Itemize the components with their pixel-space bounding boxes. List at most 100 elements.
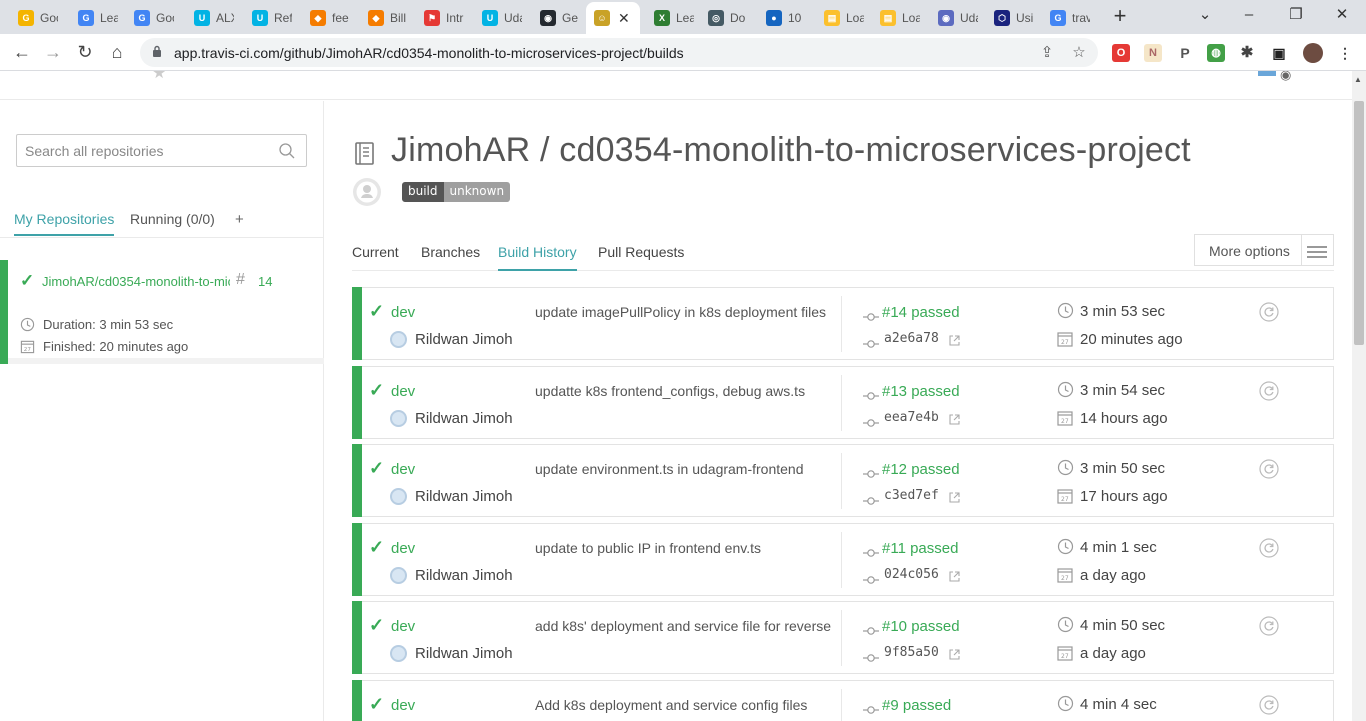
back-icon[interactable]: ← <box>9 40 35 66</box>
restart-build-icon[interactable] <box>1259 381 1279 401</box>
build-status-link[interactable]: #13 passed <box>882 383 960 400</box>
build-status-link[interactable]: #14 passed <box>882 304 960 321</box>
new-tab-button[interactable]: + <box>1108 5 1132 29</box>
add-repository-button[interactable]: + <box>235 211 244 228</box>
minimize-icon[interactable]: – <box>1237 4 1261 28</box>
scrollbar-thumb[interactable] <box>1354 101 1364 345</box>
tab-build-history[interactable]: Build History <box>498 244 577 271</box>
build-duration: 4 min 1 sec <box>1080 539 1157 556</box>
close-window-icon[interactable]: ✕ <box>1330 4 1354 28</box>
bookmark-star-icon[interactable]: ☆ <box>1070 44 1088 62</box>
commit-sha-link[interactable]: c3ed7ef <box>884 488 939 503</box>
office-extension-icon[interactable]: O <box>1112 44 1130 62</box>
external-link-icon[interactable] <box>949 647 960 660</box>
reload-icon[interactable]: ↻ <box>72 40 98 66</box>
globe-extension-icon[interactable]: ◍ <box>1207 44 1225 62</box>
scroll-up-arrow-icon[interactable]: ▲ <box>1354 75 1362 84</box>
side-panel-icon[interactable]: ▣ <box>1270 44 1288 62</box>
check-icon: ✓ <box>369 615 385 635</box>
restart-build-icon[interactable] <box>1259 695 1279 715</box>
more-options-button[interactable]: More options <box>1194 234 1334 266</box>
notes-extension-icon[interactable]: N <box>1144 44 1162 62</box>
build-status-bar <box>352 523 362 596</box>
browser-tab[interactable]: X Lea <box>646 4 698 32</box>
browser-tab[interactable]: G Goo <box>126 4 178 32</box>
branch-name: dev <box>391 461 416 478</box>
build-status-link[interactable]: #12 passed <box>882 461 960 478</box>
browser-tab[interactable]: ⚑ Intr <box>416 4 468 32</box>
restart-build-icon[interactable] <box>1259 302 1279 322</box>
commit-message: update imagePullPolicy in k8s deployment… <box>535 304 827 320</box>
tab-current[interactable]: Current <box>352 244 399 260</box>
tab-branches[interactable]: Branches <box>421 244 480 260</box>
p-extension-icon[interactable]: P <box>1176 44 1194 62</box>
build-number-link[interactable]: 14 <box>258 274 272 289</box>
tab-title: Intr <box>446 11 464 25</box>
tab-favicon-icon: ☺ <box>594 10 610 26</box>
build-status-link[interactable]: #9 passed <box>882 697 951 714</box>
commit-sha-link[interactable]: 024c056 <box>884 567 939 582</box>
browser-tab[interactable]: U Uda <box>474 4 526 32</box>
commit-sha-icon <box>863 415 879 427</box>
search-repositories-input[interactable]: Search all repositories <box>16 134 307 167</box>
build-row[interactable]: ✓ dev Rildwan Jimoh updatte k8s frontend_co… <box>352 366 1334 439</box>
hamburger-icon[interactable] <box>1307 243 1327 261</box>
profile-avatar[interactable] <box>1303 43 1323 63</box>
maximize-icon[interactable]: ❐ <box>1284 4 1308 28</box>
commit-sha-link[interactable]: eea7e4b <box>884 410 939 425</box>
browser-tab[interactable]: ◆ fee <box>302 4 354 32</box>
tab-my-repositories[interactable]: My Repositories <box>14 211 115 236</box>
build-status-link[interactable]: #10 passed <box>882 618 960 635</box>
build-row[interactable]: ✓ dev Add k8s deployment and service confi… <box>352 680 1334 721</box>
browser-tab[interactable]: ◆ Bill <box>360 4 412 32</box>
user-avatar-edge[interactable] <box>1258 71 1276 76</box>
extensions-puzzle-icon[interactable]: ✱ <box>1238 44 1256 62</box>
repository-card[interactable]: ✓ JimohAR/cd0354-monolith-to-microservic… <box>0 260 324 364</box>
browser-menu-icon[interactable]: ⋮ <box>1336 44 1354 62</box>
restart-build-icon[interactable] <box>1259 538 1279 558</box>
browser-tab[interactable]: ◎ Do <box>700 4 752 32</box>
build-status-link[interactable]: #11 passed <box>882 540 958 557</box>
external-link-icon[interactable] <box>949 333 960 346</box>
repository-name-link[interactable]: JimohAR/cd0354-monolith-to-microservices… <box>42 274 230 289</box>
page-scrollbar[interactable]: ▲ <box>1352 71 1366 721</box>
build-row[interactable]: ✓ dev Rildwan Jimoh update environment.ts i… <box>352 444 1334 517</box>
github-icon[interactable] <box>352 177 382 207</box>
address-bar[interactable]: app.travis-ci.com/github/JimohAR/cd0354-… <box>140 38 1098 67</box>
browser-tab[interactable]: U Ref <box>244 4 296 32</box>
calendar-icon: 27 <box>20 340 35 353</box>
tab-running[interactable]: Running (0/0) <box>130 211 215 227</box>
external-link-icon[interactable] <box>949 569 960 582</box>
home-icon[interactable]: ⌂ <box>104 40 130 66</box>
commit-sha-link[interactable]: a2e6a78 <box>884 331 939 346</box>
tab-close-icon[interactable]: ✕ <box>618 10 630 27</box>
browser-tab[interactable]: ● 10 <box>758 4 810 32</box>
build-row[interactable]: ✓ dev Rildwan Jimoh update to public IP in … <box>352 523 1334 596</box>
build-row[interactable]: ✓ dev Rildwan Jimoh update imagePullPolicy … <box>352 287 1334 360</box>
badge-value: unknown <box>443 182 511 202</box>
external-link-icon[interactable] <box>949 490 960 503</box>
tab-search-icon[interactable]: ⌄ <box>1193 4 1217 28</box>
build-status-badge[interactable]: build unknown <box>402 182 511 202</box>
tab-pull-requests[interactable]: Pull Requests <box>598 244 684 260</box>
browser-tab[interactable]: ◉ Ge <box>532 4 584 32</box>
github-edge-icon[interactable]: ◉ <box>1280 71 1291 83</box>
commit-sha-link[interactable]: 9f85a50 <box>884 645 939 660</box>
browser-tab[interactable]: Gtrav <box>1042 4 1094 32</box>
browser-tab[interactable]: ▤ Loa <box>872 4 924 32</box>
browser-tab[interactable]: ◉ Uda <box>930 4 982 32</box>
external-link-icon[interactable] <box>949 412 960 425</box>
browser-tab[interactable]: U ALX <box>186 4 238 32</box>
browser-tab[interactable]: ⬡ Usi <box>986 4 1038 32</box>
browser-tab[interactable]: G Lea <box>70 4 122 32</box>
build-row[interactable]: ✓ dev Rildwan Jimoh add k8s' deployment and… <box>352 601 1334 674</box>
browser-tab[interactable]: ☺ ✕ <box>586 2 640 34</box>
search-icon[interactable] <box>278 142 296 160</box>
share-icon[interactable]: ⇪ <box>1038 44 1056 62</box>
restart-build-icon[interactable] <box>1259 616 1279 636</box>
browser-tab[interactable]: ▤ Loa <box>816 4 868 32</box>
forward-icon[interactable]: → <box>40 40 66 66</box>
restart-build-icon[interactable] <box>1259 459 1279 479</box>
browser-tab[interactable]: G Goo <box>10 4 62 32</box>
tab-favicon-icon: X <box>654 10 670 26</box>
